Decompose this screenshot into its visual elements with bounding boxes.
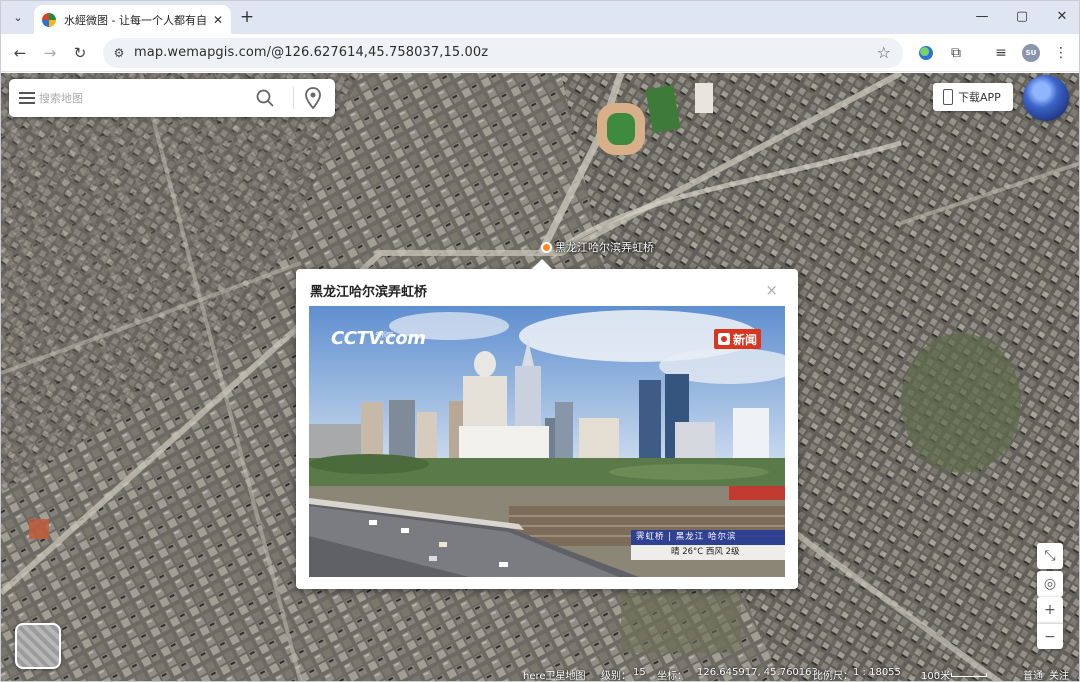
reading-list-icon[interactable]: ≡	[991, 43, 1011, 63]
scale-label: 比例尺：	[813, 671, 853, 682]
map-provider: here卫星地图	[523, 671, 586, 682]
poi-popup: 黑龙江哈尔滨弄虹桥 × CCTV.com 央视网 新闻 霁虹桥 | 黑龙江 哈尔…	[296, 259, 798, 589]
map-mode-toggle[interactable]: 普通	[1023, 667, 1043, 681]
url-text[interactable]: map.wemapgis.com/@126.627614,45.758037,1…	[134, 45, 488, 60]
download-app-button[interactable]: 下载APP	[933, 83, 1013, 111]
scale-text: 100米	[921, 671, 951, 682]
tab-search-chevron-icon[interactable]: ⌄	[7, 6, 29, 28]
reload-icon[interactable]: ↻	[69, 42, 91, 64]
search-divider	[293, 87, 294, 109]
search-input[interactable]	[39, 89, 244, 107]
favicon-icon	[42, 12, 56, 27]
coords-label: 坐标：	[657, 671, 687, 682]
news-mark-icon	[718, 333, 730, 345]
zoom-out-button[interactable]: −	[1037, 623, 1063, 649]
address-bar[interactable]: ⚙ map.wemapgis.com/@126.627614,45.758037…	[103, 38, 903, 68]
download-app-label: 下载APP	[958, 91, 1001, 104]
map-status-bar: here卫星地图 级别： 15 坐标： 126.645917, 45.76016…	[1, 663, 1079, 682]
browser-window: ⌄ 水經微图 - 让每一个人都有自己 ✕ + — ▢ ✕ ← → ↻ ⚙ map…	[0, 0, 1080, 682]
popup-close-icon[interactable]: ×	[765, 281, 778, 299]
site-info-icon[interactable]: ⚙	[111, 45, 127, 61]
search-icon[interactable]	[255, 88, 275, 108]
window-close-icon[interactable]: ✕	[1047, 7, 1077, 27]
tab-strip: ⌄ 水經微图 - 让每一个人都有自己 ✕ + — ▢ ✕	[1, 1, 1079, 34]
popup-arrow	[532, 259, 552, 269]
star-icon[interactable]: ☆	[877, 43, 891, 62]
tab-close-icon[interactable]: ✕	[213, 13, 223, 27]
kebab-menu-icon[interactable]: ⋮	[1051, 43, 1071, 63]
popup-title: 黑龙江哈尔滨弄虹桥	[310, 285, 428, 300]
marker-dot-icon	[541, 241, 552, 253]
tab-title: 水經微图 - 让每一个人都有自己	[64, 13, 207, 27]
browser-toolbar: ← → ↻ ⚙ map.wemapgis.com/@126.627614,45.…	[1, 34, 1079, 72]
back-arrow-icon[interactable]: ←	[9, 42, 31, 64]
news-logo-label: 新闻	[733, 332, 758, 347]
extension-globe-icon[interactable]	[916, 43, 936, 63]
poi-marker[interactable]: 黑龙江哈尔滨弄虹桥	[541, 239, 654, 255]
locate-icon[interactable]: ◎	[1037, 571, 1063, 597]
avatar[interactable]: SU	[1021, 43, 1041, 63]
scale-value: 1 : 18055	[853, 667, 901, 678]
puzzle-icon[interactable]: ⧉	[946, 43, 966, 63]
minimize-icon[interactable]: —	[967, 7, 997, 27]
cctv-sub-logo: 央视网	[375, 332, 394, 339]
measure-tool-icon[interactable]: ⤡	[1037, 543, 1063, 569]
map-canvas[interactable]: 下载APP 黑龙江哈尔滨弄虹桥 黑龙江哈尔滨弄虹桥 ×	[1, 73, 1079, 682]
news-logo: 新闻	[714, 329, 762, 349]
live-caption: 霁虹桥 | 黑龙江 哈尔滨 晴 26°C 西风 2级	[631, 530, 785, 560]
maximize-icon[interactable]: ▢	[1007, 7, 1037, 27]
phone-icon	[943, 89, 953, 105]
zoom-in-button[interactable]: +	[1037, 597, 1063, 623]
marker-label: 黑龙江哈尔滨弄虹桥	[555, 241, 654, 254]
follow-toggle[interactable]: 关注	[1049, 667, 1069, 681]
level-value: 15	[633, 667, 646, 678]
coords-value: 126.645917, 45.760163	[697, 667, 818, 678]
menu-icon[interactable]	[19, 92, 35, 104]
new-tab-button[interactable]: +	[237, 7, 257, 27]
level-label: 级别：	[601, 671, 631, 682]
popup-live-image[interactable]: CCTV.com 央视网 新闻 霁虹桥 | 黑龙江 哈尔滨 晴 26°C 西风 …	[309, 306, 785, 577]
scale-bar	[951, 673, 987, 677]
caption-location: 霁虹桥 | 黑龙江 哈尔滨	[631, 530, 785, 545]
forward-arrow-icon[interactable]: →	[39, 42, 61, 64]
globe-icon[interactable]	[1023, 75, 1069, 121]
caption-weather: 晴 26°C 西风 2级	[631, 545, 785, 560]
tab-wemapgis[interactable]: 水經微图 - 让每一个人都有自己 ✕	[34, 5, 231, 34]
location-pin-icon[interactable]	[303, 86, 323, 110]
search-panel	[9, 79, 335, 117]
